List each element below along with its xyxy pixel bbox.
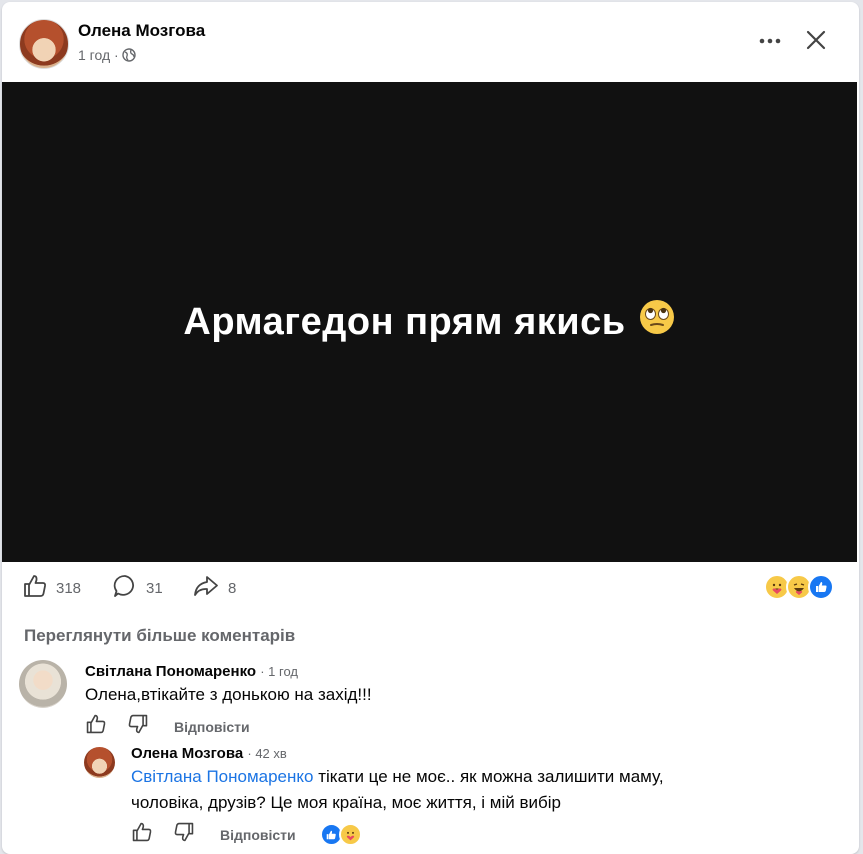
share-count: 8 <box>228 579 237 597</box>
like-icon <box>808 574 834 600</box>
mention-link[interactable]: Світлана Пономаренко <box>131 767 313 786</box>
post-media[interactable]: Армагедон прям якись <box>2 82 857 562</box>
comment-time[interactable]: · 1 год <box>260 664 298 679</box>
comment-text: Олена,втікайте з донькою на захід!!! <box>85 685 372 704</box>
reply-button[interactable]: Відповісти <box>174 719 250 735</box>
post-card: Олена Мозгова 1 год · Армагедон прям яки… <box>2 2 859 854</box>
post-reactions[interactable] <box>764 574 834 600</box>
close-icon[interactable] <box>802 26 830 54</box>
post-time[interactable]: 1 год · <box>78 47 119 63</box>
reply-actions: Відповісти <box>131 821 362 848</box>
like-count: 318 <box>56 579 82 597</box>
comment-author[interactable]: Світлана Пономаренко · 1 год <box>85 663 298 680</box>
comment-dislike-icon[interactable] <box>127 713 149 740</box>
reply-author-avatar[interactable] <box>84 747 115 778</box>
comment-like-icon[interactable] <box>85 713 107 740</box>
comment-button[interactable]: 31 <box>112 573 163 603</box>
reply-time[interactable]: · 42 хв <box>247 746 286 761</box>
care-icon <box>338 823 362 846</box>
reply-text-line1: тікати це не моє.. як можна залишити мам… <box>313 767 664 786</box>
more-options-icon[interactable] <box>756 27 784 55</box>
share-button[interactable]: 8 <box>192 573 236 603</box>
comment-count: 31 <box>146 579 163 597</box>
reply-text-line2: чоловіка, друзів? Це моя країна, моє жит… <box>131 793 561 812</box>
eye-roll-emoji-icon <box>638 298 676 346</box>
thumbs-up-icon <box>22 573 48 603</box>
share-icon <box>192 573 220 603</box>
comment-author-name[interactable]: Світлана Пономаренко <box>85 663 256 680</box>
reply-like-icon[interactable] <box>131 821 153 848</box>
globe-icon <box>121 48 136 62</box>
post-text: Армагедон прям якись <box>183 300 626 343</box>
reply-text: Світлана Пономаренко тікати це не моє.. … <box>131 764 664 816</box>
author-name[interactable]: Олена Мозгова <box>78 21 205 41</box>
commenter-avatar[interactable] <box>19 660 67 708</box>
author-avatar[interactable] <box>19 19 69 69</box>
post-meta: 1 год · <box>78 47 136 63</box>
reply-author[interactable]: Олена Мозгова · 42 хв <box>131 745 287 762</box>
like-button[interactable]: 318 <box>22 573 81 603</box>
post-header: Олена Мозгова 1 год · <box>2 2 859 82</box>
comment-icon <box>112 573 138 603</box>
see-more-comments-link[interactable]: Переглянути більше коментарів <box>24 626 295 646</box>
reply-dislike-icon[interactable] <box>173 821 195 848</box>
reply-reactions[interactable] <box>319 823 362 846</box>
reply-reply-button[interactable]: Відповісти <box>220 827 296 843</box>
post-stats: 318 31 8 <box>2 567 859 607</box>
reply-author-name[interactable]: Олена Мозгова <box>131 745 243 762</box>
comment-actions: Відповісти <box>85 713 250 740</box>
post-text-container: Армагедон прям якись <box>183 298 675 346</box>
